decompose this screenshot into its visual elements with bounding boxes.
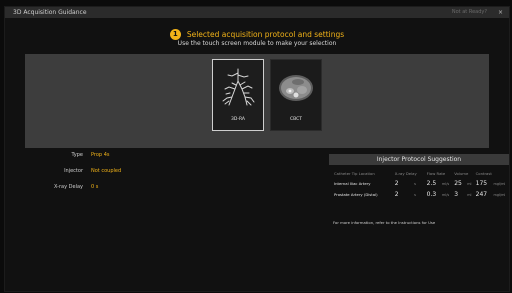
protocol-tile-cbct[interactable]: CBCT bbox=[270, 59, 322, 131]
suggestion-table: Catheter Tip Location X-ray Delay Flow R… bbox=[333, 168, 511, 200]
contrast-unit: mgI/ml bbox=[493, 192, 506, 197]
contrast-cell: 247 bbox=[475, 191, 488, 198]
protocol-tile-3d-ra[interactable]: 3D-RA bbox=[212, 59, 264, 131]
page-title: Selected acquisition protocol and settin… bbox=[186, 30, 345, 39]
column-header: X-ray Delay bbox=[394, 170, 417, 176]
flow-cell: 2.5 bbox=[426, 180, 437, 187]
delay-unit: s bbox=[414, 192, 416, 197]
column-header: Flow Rate bbox=[426, 170, 446, 176]
page-subtitle: Use the touch screen module to make your… bbox=[177, 40, 337, 47]
volume-cell: 25 bbox=[454, 180, 462, 187]
delay-unit: s bbox=[414, 181, 416, 186]
flow-unit: ml/s bbox=[442, 181, 450, 186]
protocol-label-3d-ra: 3D-RA bbox=[231, 117, 245, 122]
type-label: Type bbox=[71, 152, 83, 158]
acquisition-guidance-window: 3D Acquisition Guidance Not at Ready? × … bbox=[4, 6, 510, 292]
step-badge: 1 bbox=[169, 29, 181, 40]
column-header: Contrast bbox=[475, 170, 492, 176]
volume-unit: ml bbox=[467, 192, 472, 197]
close-icon[interactable]: × bbox=[498, 8, 503, 17]
volume-unit: ml bbox=[467, 181, 472, 186]
window-title: 3D Acquisition Guidance bbox=[13, 9, 87, 16]
delay-cell: 2 bbox=[394, 191, 399, 198]
xray-delay-value: 0 s bbox=[91, 184, 99, 190]
contrast-unit: mgI/ml bbox=[493, 181, 506, 186]
cbct-slice-icon bbox=[276, 67, 316, 107]
suggestion-title: Injector Protocol Suggestion bbox=[376, 156, 462, 163]
table-row: Prostate Artery (Distal) 2 s 0.3 ml/s 3 … bbox=[333, 189, 511, 200]
ready-hint[interactable]: Not at Ready? bbox=[452, 8, 487, 17]
column-header: Volume bbox=[454, 170, 469, 176]
table-row: Internal Iliac Artery 2 s 2.5 ml/s 25 ml… bbox=[333, 178, 511, 189]
xray-delay-label: X-ray Delay bbox=[54, 184, 83, 190]
location-cell: Internal Iliac Artery bbox=[334, 181, 371, 186]
volume-cell: 3 bbox=[454, 191, 459, 198]
injector-label: Injector bbox=[64, 168, 83, 174]
flow-cell: 0.3 bbox=[426, 191, 437, 198]
delay-cell: 2 bbox=[394, 180, 399, 187]
flow-unit: ml/s bbox=[442, 192, 450, 197]
contrast-cell: 175 bbox=[475, 180, 488, 187]
suggestion-footnote: For more information, refer to the Instr… bbox=[333, 220, 436, 225]
injector-protocol-suggestion: Injector Protocol Suggestion Catheter Ti… bbox=[329, 154, 512, 230]
column-header: Catheter Tip Location bbox=[334, 170, 375, 176]
location-cell: Prostate Artery (Distal) bbox=[334, 192, 378, 197]
title-bar: 3D Acquisition Guidance Not at Ready? × bbox=[5, 7, 509, 18]
suggestion-header: Injector Protocol Suggestion bbox=[329, 154, 509, 165]
injector-value: Not coupled bbox=[91, 168, 122, 174]
suggestion-table-header: Catheter Tip Location X-ray Delay Flow R… bbox=[333, 168, 511, 178]
protocol-label-cbct: CBCT bbox=[289, 117, 303, 122]
type-value: Prop 4s bbox=[91, 152, 110, 158]
protocol-selection-panel: 3D-RA CBCT bbox=[25, 54, 489, 148]
angiography-vessel-icon bbox=[218, 67, 258, 107]
